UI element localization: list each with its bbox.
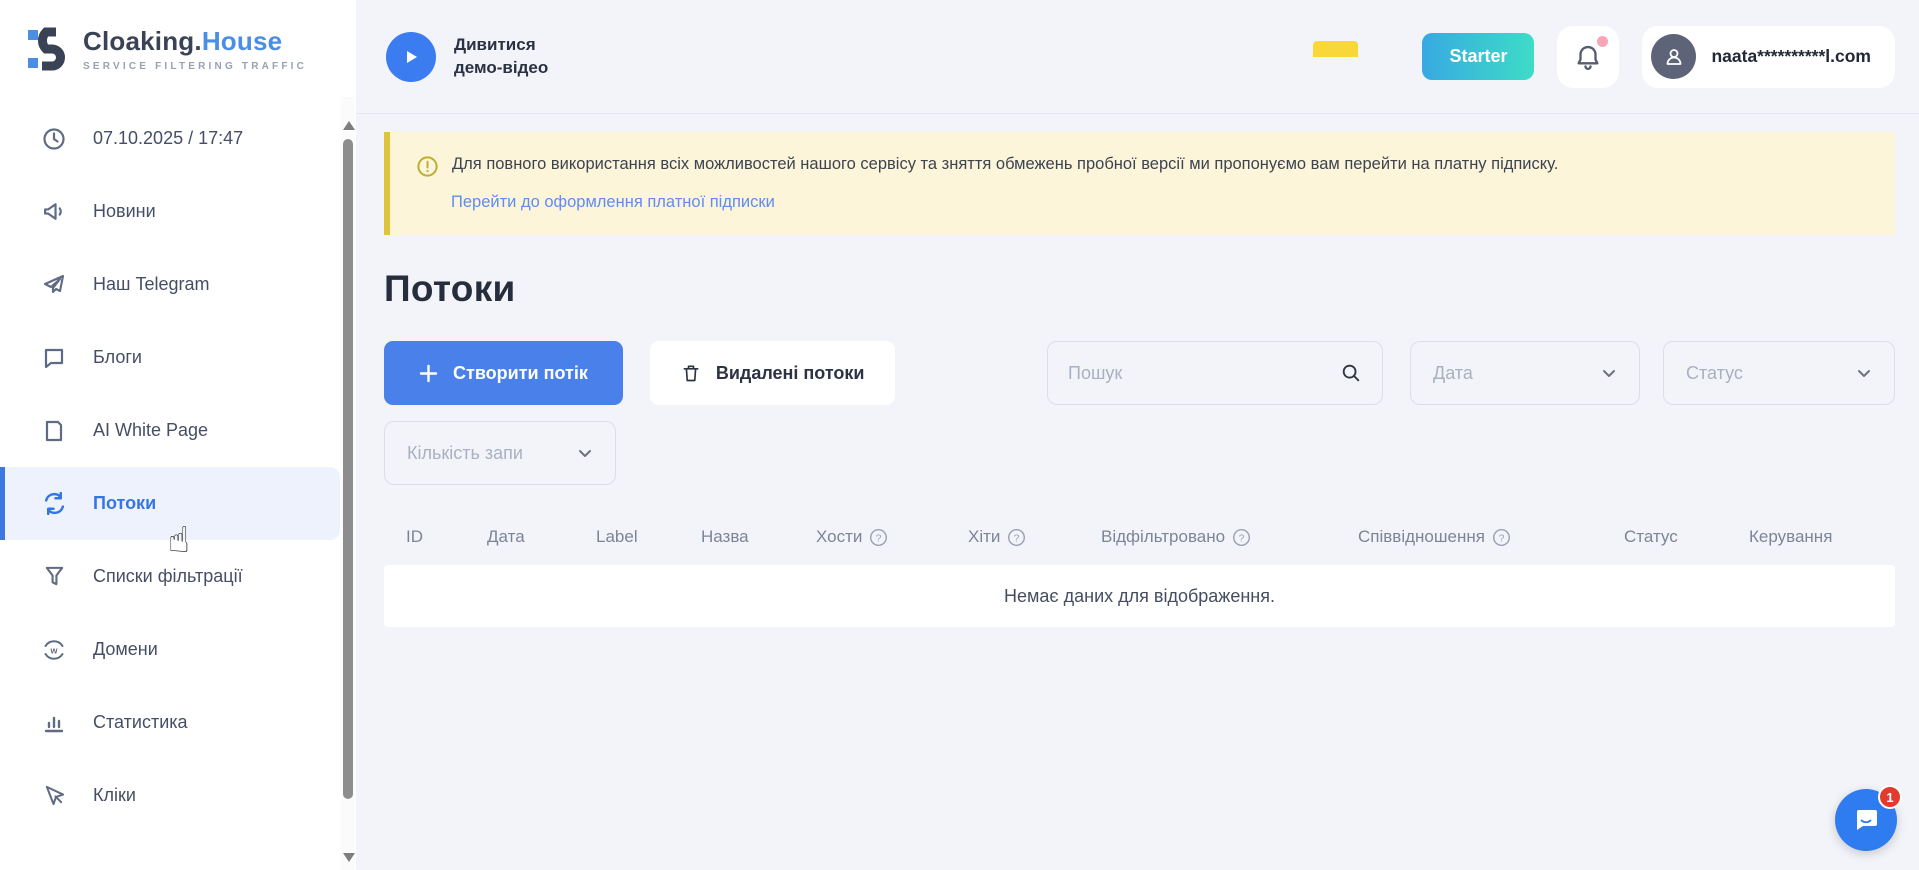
column-header-label: Label [574, 527, 679, 547]
funnel-icon [41, 564, 67, 590]
deleted-streams-button[interactable]: Видалені потоки [650, 341, 896, 405]
user-avatar-icon [1651, 34, 1696, 79]
sidebar-item-domains[interactable]: w Домени [0, 613, 356, 686]
column-header-hosts: Хости ? [794, 527, 946, 547]
help-icon[interactable]: ? [1232, 528, 1251, 547]
top-header: Дивитися демо-відео Starter naata*******… [356, 0, 1919, 114]
chevron-down-icon [1601, 365, 1617, 381]
sidebar-item-news[interactable]: Новини [0, 175, 356, 248]
sidebar-item-label: Потоки [93, 493, 156, 514]
sidebar-item-clicks[interactable]: Кліки [0, 759, 356, 832]
table-header-row: ID Дата Label Назва Хости ? Хіти ? Відфі… [384, 513, 1895, 565]
chevron-down-icon [577, 445, 593, 461]
column-header-filtered: Відфільтровано ? [1079, 527, 1336, 547]
column-header-hits: Хіти ? [946, 527, 1079, 547]
notifications-button[interactable] [1557, 26, 1619, 88]
column-header-id: ID [384, 527, 465, 547]
watch-demo-video-button[interactable]: Дивитися демо-відео [386, 32, 579, 82]
svg-text:?: ? [1014, 533, 1020, 544]
column-header-status: Статус [1602, 527, 1727, 547]
page-title: Потоки [384, 268, 1895, 310]
search-icon [1340, 362, 1362, 384]
sidebar-item-statistics[interactable]: Статистика [0, 686, 356, 759]
sidebar-item-label: Блоги [93, 347, 142, 368]
sidebar-item-telegram[interactable]: Наш Telegram [0, 248, 356, 321]
scrollbar-thumb[interactable] [343, 139, 353, 799]
svg-text:?: ? [876, 533, 882, 544]
document-icon [41, 418, 67, 444]
cursor-icon [41, 783, 67, 809]
sidebar-scrollbar[interactable] [341, 97, 355, 870]
main-area: Дивитися демо-відео Starter naata*******… [356, 0, 1919, 870]
scrollbar-up-arrow[interactable] [343, 121, 355, 130]
toolbar: Створити потік Видалені потоки Дата Стат… [384, 341, 1895, 405]
clock-icon [41, 126, 67, 152]
column-header-ratio: Співвідношення ? [1336, 527, 1602, 547]
sidebar-item-label: 07.10.2025 / 17:47 [93, 128, 243, 149]
per-page-row: Кількість запи [384, 421, 1895, 485]
sidebar-item-label: Кліки [93, 785, 136, 806]
bar-chart-icon [41, 710, 67, 736]
user-email: naata**********l.com [1711, 46, 1871, 67]
sidebar-item-ai-white-page[interactable]: AI White Page [0, 394, 356, 467]
date-filter-dropdown[interactable]: Дата [1410, 341, 1640, 405]
user-menu[interactable]: naata**********l.com [1642, 26, 1895, 88]
column-header-name: Назва [679, 527, 794, 547]
chat-bubble-icon [41, 345, 67, 371]
create-stream-button[interactable]: Створити потік [384, 341, 623, 405]
sidebar-nav: 07.10.2025 / 17:47 Новини Наш Telegram Б… [0, 102, 356, 832]
column-header-date: Дата [465, 527, 574, 547]
sidebar-item-label: Домени [93, 639, 158, 660]
sidebar-item-label: Статистика [93, 712, 188, 733]
content: Для повного використання всіх можливосте… [356, 114, 1919, 627]
help-icon[interactable]: ? [1492, 528, 1511, 547]
help-icon[interactable]: ? [1007, 528, 1026, 547]
sync-icon [41, 491, 67, 517]
warning-icon [416, 155, 439, 178]
plan-badge[interactable]: Starter [1422, 33, 1534, 80]
svg-text:w: w [49, 645, 58, 655]
sidebar: Cloaking.House SERVICE FILTERING TRAFFIC… [0, 0, 356, 870]
chat-unread-badge: 1 [1878, 785, 1902, 809]
table-empty-state: Немає даних для відображення. [384, 565, 1895, 627]
plus-icon [419, 364, 438, 383]
sidebar-item-label: Наш Telegram [93, 274, 209, 295]
telegram-icon [41, 272, 67, 298]
search-input[interactable] [1068, 363, 1340, 384]
chevron-down-icon [1856, 365, 1872, 381]
trash-icon [681, 363, 701, 383]
sidebar-item-filter-lists[interactable]: Списки фільтрації [0, 540, 356, 613]
banner-text: Для повного використання всіх можливосте… [452, 153, 1558, 177]
ukraine-flag-icon[interactable] [1313, 41, 1358, 73]
domain-www-icon: w [41, 637, 67, 663]
notification-dot [1597, 36, 1608, 47]
column-header-actions: Керування [1727, 527, 1895, 547]
demo-video-label: Дивитися демо-відео [454, 34, 579, 78]
trial-warning-banner: Для повного використання всіх можливосте… [384, 132, 1895, 235]
sidebar-item-datetime[interactable]: 07.10.2025 / 17:47 [0, 102, 356, 175]
cloaking-house-logo-icon [26, 26, 70, 72]
svg-text:?: ? [1239, 533, 1245, 544]
per-page-dropdown[interactable]: Кількість запи [384, 421, 616, 485]
play-icon[interactable] [386, 32, 436, 82]
search-box[interactable] [1047, 341, 1383, 405]
svg-text:?: ? [1499, 533, 1505, 544]
chat-smile-icon [1851, 805, 1881, 835]
help-icon[interactable]: ? [869, 528, 888, 547]
logo[interactable]: Cloaking.House SERVICE FILTERING TRAFFIC [0, 0, 356, 88]
upgrade-subscription-link[interactable]: Перейти до оформлення платної підписки [451, 193, 775, 212]
sidebar-item-streams[interactable]: Потоки [0, 467, 340, 540]
status-filter-dropdown[interactable]: Статус [1663, 341, 1895, 405]
logo-text: Cloaking.House [83, 26, 307, 57]
chat-widget-button[interactable]: 1 [1835, 789, 1897, 851]
sidebar-item-blogs[interactable]: Блоги [0, 321, 356, 394]
sidebar-item-label: Списки фільтрації [93, 566, 243, 587]
sidebar-item-label: AI White Page [93, 420, 208, 441]
sidebar-item-label: Новини [93, 201, 156, 222]
megaphone-icon [41, 199, 67, 225]
scrollbar-down-arrow[interactable] [343, 853, 355, 862]
header-right-group: Starter naata**********l.com [1313, 26, 1895, 88]
logo-tagline: SERVICE FILTERING TRAFFIC [83, 61, 307, 72]
